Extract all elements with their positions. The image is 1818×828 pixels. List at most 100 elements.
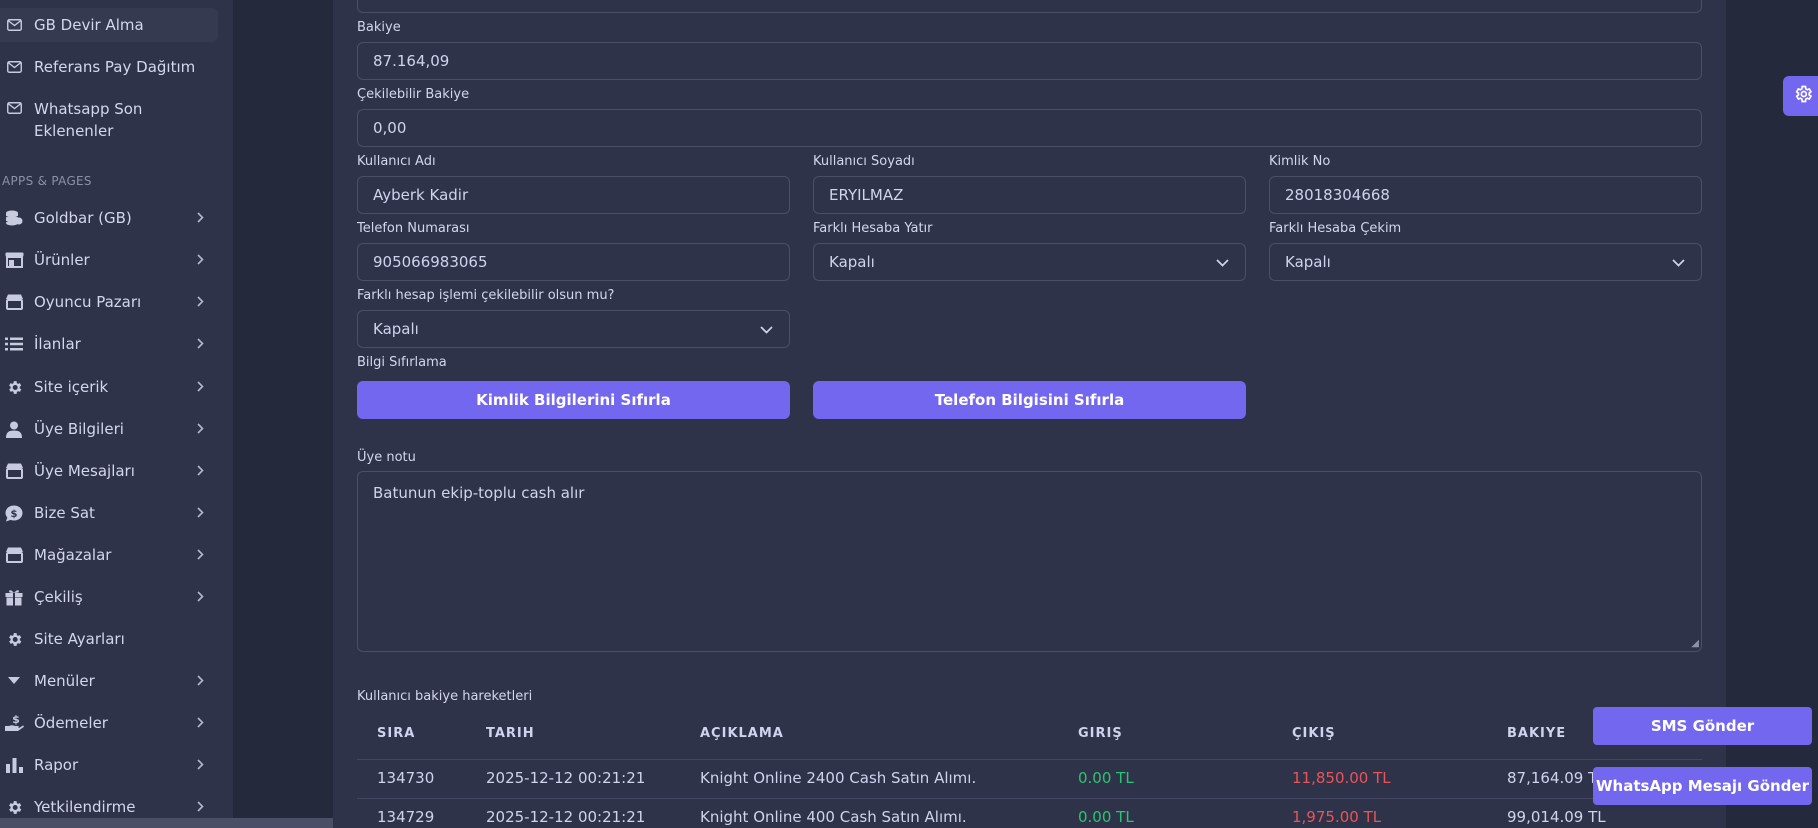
sidebar-item-uye-bilgileri[interactable]: Üye Bilgileri: [0, 412, 218, 446]
column-header: TARIH: [486, 726, 535, 741]
reset-identity-button[interactable]: Kimlik Bilgilerini Sıfırla: [357, 381, 790, 419]
sidebar-item-label: Site içerik: [34, 378, 109, 396]
sidebar-item-oyuncu-pazari[interactable]: Oyuncu Pazarı: [0, 285, 218, 319]
phone-input[interactable]: 905066983065: [357, 243, 790, 281]
sidebar-item-rapor[interactable]: Rapor: [0, 748, 218, 782]
chevron-right-icon: [197, 378, 204, 396]
sidebar-item-site-ayarlari[interactable]: Site Ayarları: [0, 622, 218, 656]
last-name-input[interactable]: ERYILMAZ: [813, 176, 1246, 214]
dollar-bubble-icon: $: [4, 505, 24, 522]
phone-label: Telefon Numarası: [357, 221, 470, 236]
mail-icon: [4, 19, 24, 31]
first-name-label: Kullanıcı Adı: [357, 154, 436, 169]
sidebar-item-label: Üye Bilgileri: [34, 420, 124, 438]
withdraw-select[interactable]: Kapalı: [1269, 243, 1702, 281]
chevron-right-icon: [197, 420, 204, 438]
sidebar-item-label: Çekiliş: [34, 588, 83, 606]
hand-money-icon: $: [4, 714, 24, 732]
sms-send-button[interactable]: SMS Gönder: [1593, 707, 1812, 745]
svg-text:$: $: [11, 509, 18, 520]
select-value: Kapalı: [829, 253, 875, 271]
sidebar-item-label: Ürünler: [34, 251, 90, 269]
sidebar-item-goldbar[interactable]: Goldbar (GB): [0, 201, 218, 235]
id-label: Kimlik No: [1269, 154, 1331, 169]
store-icon: [4, 547, 24, 563]
cell-bakiye: 99,014.09 TL: [1507, 808, 1606, 826]
user-icon: [4, 421, 24, 438]
chevron-right-icon: [197, 251, 204, 269]
last-name-label: Kullanıcı Soyadı: [813, 154, 915, 169]
gear-icon: [4, 379, 24, 396]
sidebar-item-menuler[interactable]: Menüler: [0, 664, 218, 698]
chevron-down-icon: [1672, 253, 1685, 271]
chevron-right-icon: [197, 335, 204, 353]
cell-tarih: 2025-12-12 00:21:21: [486, 808, 646, 826]
sidebar-item-site-icerik[interactable]: Site içerik: [0, 370, 218, 404]
note-textarea[interactable]: Batunun ekip-toplu cash alır ◢: [357, 471, 1702, 652]
balance-input[interactable]: 87.164,09: [357, 42, 1702, 80]
resize-grip-icon[interactable]: ◢: [1691, 638, 1699, 649]
chevron-right-icon: [197, 462, 204, 480]
store-icon: [4, 252, 24, 268]
sidebar-item-label: Rapor: [34, 756, 79, 774]
reset-label: Bilgi Sıfırlama: [357, 355, 447, 370]
cell-cikis: 11,850.00 TL: [1292, 769, 1391, 787]
svg-text:$: $: [12, 714, 20, 726]
sidebar-item-label: Referans Pay Dağıtım: [34, 58, 196, 76]
chevron-down-icon: [760, 320, 773, 338]
cell-tarih: 2025-12-12 00:21:21: [486, 769, 646, 787]
deposit-label: Farklı Hesaba Yatır: [813, 221, 933, 236]
sidebar-item-whatsapp-son[interactable]: Whatsapp Son Eklenenler: [0, 92, 170, 140]
chevron-right-icon: [197, 714, 204, 732]
chevron-right-icon: [197, 756, 204, 774]
sidebar-item-label: GB Devir Alma: [34, 16, 144, 34]
table-title: Kullanıcı bakiye hareketleri: [357, 689, 533, 704]
sidebar-item-label: Goldbar (GB): [34, 209, 132, 227]
status-strip: [0, 818, 345, 828]
cell-bakiye: 87,164.09 TL: [1507, 769, 1606, 787]
reset-phone-button[interactable]: Telefon Bilgisini Sıfırla: [813, 381, 1246, 419]
sidebar-item-label: Site Ayarları: [34, 630, 125, 648]
column-header: SIRA: [377, 726, 416, 741]
other-withdrawable-select[interactable]: Kapalı: [357, 310, 790, 348]
note-label: Üye notu: [357, 450, 416, 465]
column-header: ÇIKIŞ: [1292, 726, 1336, 741]
sidebar-item-label: Menüler: [34, 672, 95, 690]
sidebar-item-label: Bize Sat: [34, 504, 95, 522]
row-divider: [357, 798, 1702, 799]
top-partial-input[interactable]: [357, 0, 1702, 13]
sidebar-item-ilanlar[interactable]: İlanlar: [0, 327, 218, 361]
first-name-input[interactable]: Ayberk Kadir: [357, 176, 790, 214]
gear-icon: [4, 799, 24, 816]
cell-aciklama: Knight Online 2400 Cash Satın Alımı.: [700, 769, 977, 787]
sidebar-item-referans-pay[interactable]: Referans Pay Dağıtım: [0, 50, 218, 84]
customizer-toggle[interactable]: [1783, 76, 1818, 116]
sidebar-item-cekilis[interactable]: Çekiliş: [0, 580, 218, 614]
deposit-select[interactable]: Kapalı: [813, 243, 1246, 281]
chevron-right-icon: [197, 293, 204, 311]
sidebar-item-uye-mesajlari[interactable]: Üye Mesajları: [0, 454, 218, 488]
cell-sira: 134729: [377, 808, 435, 826]
chevron-right-icon: [197, 546, 204, 564]
list-icon: [4, 337, 24, 351]
cell-giris: 0.00 TL: [1078, 808, 1134, 826]
row-divider: [357, 759, 1702, 760]
sidebar-item-urunler[interactable]: Ürünler: [0, 243, 218, 277]
sidebar-item-gb-devir-alma[interactable]: GB Devir Alma: [0, 8, 218, 42]
coins-icon: [4, 210, 24, 226]
store-icon: [4, 463, 24, 479]
sidebar-item-bize-sat[interactable]: $ Bize Sat: [0, 496, 218, 530]
chevron-down-icon: [1216, 253, 1229, 271]
other-withdrawable-label: Farklı hesap işlemi çekilebilir olsun mu…: [357, 288, 615, 303]
chevron-right-icon: [197, 504, 204, 522]
chevron-right-icon: [197, 672, 204, 690]
withdraw-label: Farklı Hesaba Çekim: [1269, 221, 1402, 236]
id-input[interactable]: 28018304668: [1269, 176, 1702, 214]
withdrawable-input[interactable]: 0,00: [357, 109, 1702, 147]
sidebar-item-magazalar[interactable]: Mağazalar: [0, 538, 218, 572]
sidebar-item-label: Yetkilendirme: [34, 798, 136, 816]
whatsapp-send-button[interactable]: WhatsApp Mesajı Gönder: [1593, 767, 1812, 805]
gift-icon: [4, 589, 24, 606]
withdrawable-label: Çekilebilir Bakiye: [357, 87, 470, 102]
sidebar-item-odemeler[interactable]: $ Ödemeler: [0, 706, 218, 740]
